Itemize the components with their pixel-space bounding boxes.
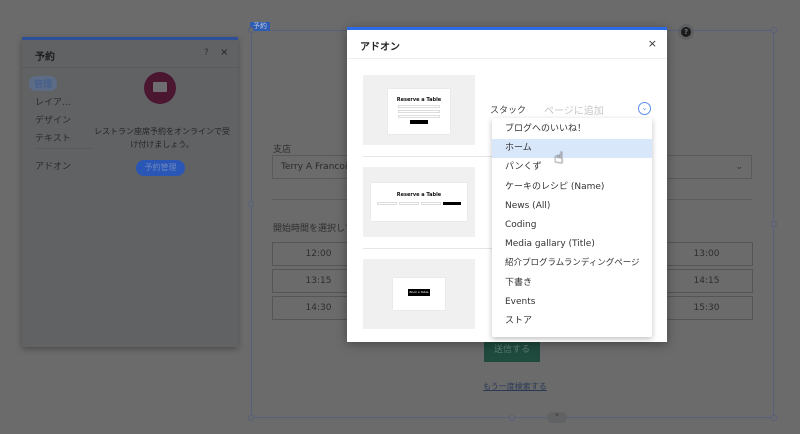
dropdown-option[interactable]: News (All): [492, 197, 652, 216]
manage-reservations-button[interactable]: 予約管理: [136, 160, 185, 176]
dropdown-option[interactable]: 下書き: [492, 274, 652, 293]
dropdown-option[interactable]: 紹介プログラムランディングページ: [492, 254, 652, 273]
help-icon[interactable]: ?: [204, 48, 209, 58]
chevron-down-icon[interactable]: ⌄: [638, 102, 651, 115]
addon-thumbnail-stacked[interactable]: Reserve a Table: [363, 75, 475, 145]
addon-thumbnail-inline[interactable]: Reserve a Table: [363, 167, 475, 237]
page-dropdown: ブログへのいいね！ ホーム パンくず ケーキのレシピ (Name) News (…: [492, 118, 652, 337]
close-icon[interactable]: ×: [648, 37, 657, 50]
branch-label: 支店: [273, 145, 292, 155]
submit-button[interactable]: 送信する: [484, 339, 540, 362]
dropdown-option[interactable]: パンくず: [492, 158, 652, 177]
time-slot[interactable]: 14:15: [660, 269, 753, 293]
reservations-app-icon: [144, 72, 176, 104]
resize-handle[interactable]: [771, 415, 777, 421]
chevron-down-icon: ⌄: [735, 162, 743, 172]
addon-thumbnail-button[interactable]: Book a Table: [363, 259, 475, 329]
anchor-handle[interactable]: *: [547, 412, 567, 423]
dropdown-option[interactable]: Media gallary (Title): [492, 235, 652, 254]
thumb-title: Reserve a Table: [396, 192, 442, 198]
dropdown-option[interactable]: ストア: [492, 312, 652, 331]
time-slot[interactable]: 15:30: [660, 296, 753, 320]
dialog-title: アドオン: [360, 42, 400, 53]
time-slot[interactable]: 13:00: [660, 242, 753, 266]
search-again-link[interactable]: もう一度検索する: [483, 381, 547, 392]
help-icon[interactable]: ?: [681, 27, 691, 37]
resize-handle[interactable]: [771, 221, 777, 227]
dropdown-option[interactable]: ケーキのレシピ (Name): [492, 178, 652, 197]
resize-handle[interactable]: [509, 415, 515, 421]
panel-description: レストラン座席予約をオンラインで受け付けましょう。: [94, 127, 230, 149]
panel-title: 予約: [35, 52, 55, 63]
nav-text[interactable]: テキスト: [35, 131, 71, 144]
resize-handle[interactable]: [248, 27, 254, 33]
close-icon[interactable]: ×: [220, 47, 228, 58]
nav-layout[interactable]: レイア...: [35, 95, 71, 108]
add-to-page-select[interactable]: ページに追加: [544, 102, 604, 117]
nav-addons[interactable]: アドオン: [35, 159, 71, 172]
resize-handle[interactable]: [248, 201, 254, 207]
nav-design[interactable]: デザイン: [35, 113, 71, 126]
resize-handle[interactable]: [248, 415, 254, 421]
hand-cursor-icon: ☝: [554, 148, 564, 167]
thumb-button: Book a Table: [408, 289, 430, 296]
nav-manage[interactable]: 管理: [29, 76, 58, 91]
time-prompt: 開始時間を選択して: [273, 224, 354, 234]
dropdown-option[interactable]: Coding: [492, 216, 652, 235]
stack-label: スタック: [490, 106, 527, 116]
dropdown-option[interactable]: ホーム: [492, 139, 652, 159]
resize-handle[interactable]: [771, 27, 777, 33]
thumb-title: Reserve a Table: [396, 97, 442, 103]
dropdown-option[interactable]: Events: [492, 293, 652, 312]
dropdown-option[interactable]: ブログへのいいね！: [492, 120, 652, 139]
settings-panel: 予約 ? × 管理 レイア... デザイン テキスト アドオン レストラン座席予…: [22, 37, 238, 347]
